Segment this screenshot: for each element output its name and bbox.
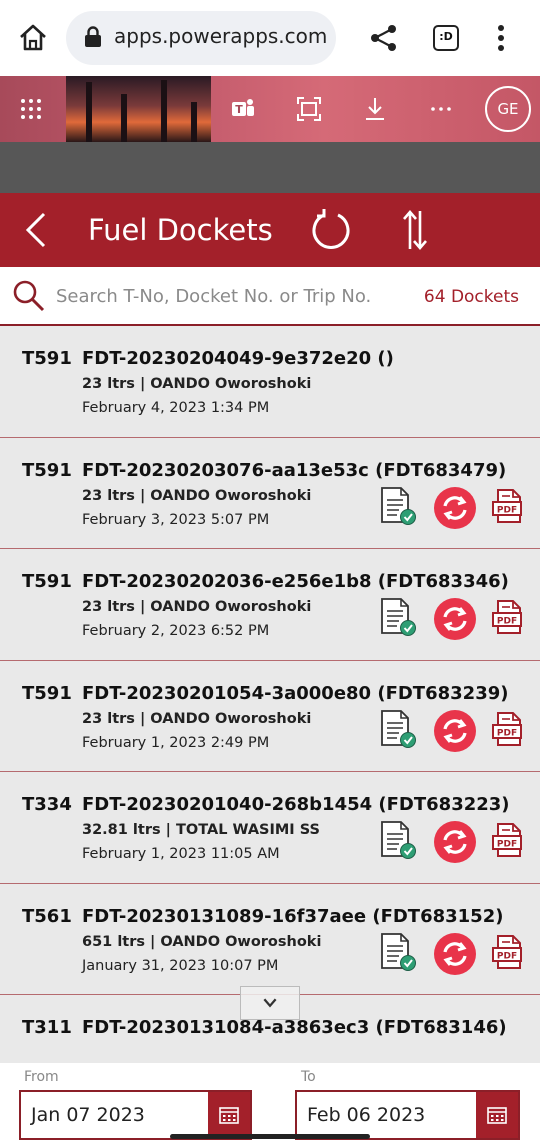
truck-number: T311 [22,1017,72,1038]
teams-icon[interactable]: T [230,96,256,122]
home-icon[interactable] [18,22,48,52]
docket-date: February 1, 2023 11:05 AM [82,846,280,862]
doc-check-icon[interactable] [379,932,417,972]
search-input[interactable] [56,279,406,313]
docket-detail: 23 ltrs | OANDO Oworoshoki [82,599,312,615]
doc-check-icon[interactable] [379,820,417,860]
powerapps-header: T GE [0,76,540,142]
to-date-value: Feb 06 2023 [307,1104,426,1126]
truck-number: T591 [22,571,72,592]
docket-count: 64 Dockets [423,287,519,307]
doc-check-icon[interactable] [379,597,417,637]
chevron-down-icon[interactable] [240,986,300,1020]
docket-date: February 3, 2023 5:07 PM [82,511,270,528]
docket-number: FDT-20230201040-268b1454 (FDT683223) [82,794,510,815]
list-item[interactable]: T591 FDT-20230204049-9e372e20 () 23 ltrs… [0,326,540,438]
list-item[interactable]: T561 FDT-20230131089-16f37aee (FDT683152… [0,883,540,995]
tab-switcher-button[interactable]: :D [433,25,459,51]
svg-text:T: T [235,103,243,116]
calendar-icon[interactable] [208,1092,250,1138]
doc-check-icon[interactable] [379,709,417,749]
doc-check-icon[interactable] [379,486,417,526]
pdf-icon[interactable]: PDF [492,934,524,970]
truck-number: T591 [22,459,72,481]
svg-text:PDF: PDF [497,728,517,738]
list-item[interactable]: T591 FDT-20230203076-aa13e53c (FDT683479… [0,437,540,549]
from-date-picker[interactable]: Jan 07 2023 [19,1090,252,1140]
more-icon[interactable] [496,24,506,52]
waffle-icon[interactable] [20,98,42,120]
svg-text:PDF: PDF [497,505,517,515]
header-spacer [0,142,540,193]
docket-detail: 651 ltrs | OANDO Oworoshoki [82,933,322,950]
page-title: Fuel Dockets [88,213,273,247]
download-icon[interactable] [362,96,388,122]
docket-number: FDT-20230131089-16f37aee (FDT683152) [82,905,504,927]
pdf-icon[interactable]: PDF [492,711,524,747]
calendar-icon[interactable] [476,1092,518,1138]
date-filter: From Jan 07 2023 To Feb 06 2023 [0,1063,540,1148]
docket-number: FDT-20230201054-3a000e80 (FDT683239) [82,682,509,704]
docket-number: FDT-20230203076-aa13e53c (FDT683479) [82,459,507,481]
lock-icon [85,26,101,47]
refresh-icon[interactable] [310,209,352,251]
docket-number: FDT-20230131084-a3863ec3 (FDT683146) [82,1017,507,1038]
sync-icon[interactable] [434,821,476,863]
browser-bar: apps.powerapps.com :D [0,0,540,76]
pdf-icon[interactable]: PDF [492,599,524,635]
docket-date: February 2, 2023 6:52 PM [82,623,270,639]
back-icon[interactable] [24,212,50,248]
truck-number: T591 [22,348,72,369]
svg-text:PDF: PDF [497,617,517,627]
sync-icon[interactable] [434,598,476,640]
app-title-bar: Fuel Dockets [0,193,540,267]
docket-detail: 23 ltrs | OANDO Oworoshoki [82,376,312,392]
share-icon[interactable] [370,24,398,52]
fullscreen-icon[interactable] [296,96,322,122]
docket-date: February 4, 2023 1:34 PM [82,400,270,416]
svg-text:PDF: PDF [497,840,517,850]
pdf-icon[interactable]: PDF [492,822,524,858]
home-indicator [170,1134,370,1139]
docket-date: February 1, 2023 2:49 PM [82,734,270,751]
sync-icon[interactable] [434,709,476,752]
docket-detail: 32.81 ltrs | TOTAL WASIMI SS [82,822,320,838]
header-banner-image [66,76,211,142]
list-item[interactable]: T334 FDT-20230201040-268b1454 (FDT683223… [0,772,540,884]
svg-text:PDF: PDF [497,951,517,961]
search-icon [13,280,45,312]
docket-detail: 23 ltrs | OANDO Oworoshoki [82,710,312,727]
list-item[interactable]: T591 FDT-20230202036-e256e1b8 (FDT683346… [0,549,540,661]
docket-list[interactable]: T591 FDT-20230204049-9e372e20 () 23 ltrs… [0,326,540,1063]
url-text[interactable]: apps.powerapps.com [114,24,327,48]
truck-number: T561 [22,905,72,927]
from-date-value: Jan 07 2023 [31,1104,145,1126]
truck-number: T334 [22,794,72,815]
list-item[interactable]: T591 FDT-20230201054-3a000e80 (FDT683239… [0,660,540,772]
sync-icon[interactable] [434,932,476,975]
avatar[interactable]: GE [485,86,531,132]
ellipsis-icon[interactable] [428,96,454,122]
search-row: 64 Dockets [0,267,540,326]
to-label: To [301,1069,316,1085]
pdf-icon[interactable]: PDF [492,488,524,524]
docket-number: FDT-20230204049-9e372e20 () [82,348,394,369]
to-date-picker[interactable]: Feb 06 2023 [295,1090,520,1140]
docket-number: FDT-20230202036-e256e1b8 (FDT683346) [82,571,509,592]
from-label: From [24,1069,59,1085]
sort-icon[interactable] [400,209,430,251]
docket-date: January 31, 2023 10:07 PM [82,957,279,974]
sync-icon[interactable] [434,486,476,529]
truck-number: T591 [22,682,72,704]
docket-detail: 23 ltrs | OANDO Oworoshoki [82,487,312,504]
